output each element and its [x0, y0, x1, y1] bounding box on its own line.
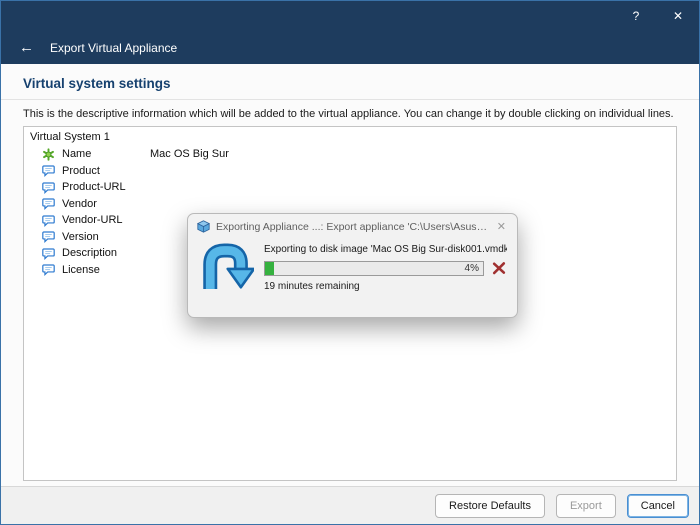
progress-message: Exporting to disk image 'Mac OS Big Sur-… — [264, 244, 507, 255]
progress-bar-row: 4% — [264, 260, 507, 276]
table-row[interactable]: Name Mac OS Big Sur — [24, 146, 676, 163]
progress-dialog: Exporting Appliance ...: Export applianc… — [187, 213, 518, 318]
progress-dialog-titlebar: Exporting Appliance ...: Export applianc… — [188, 214, 517, 239]
cancel-export-icon[interactable] — [491, 260, 507, 276]
row-label: Description — [62, 247, 150, 259]
row-label: License — [62, 264, 150, 276]
comment-icon — [42, 263, 56, 276]
footer-bar: Restore Defaults Export Cancel — [1, 486, 699, 524]
comment-icon — [42, 181, 56, 194]
progress-dialog-right: Exporting to disk image 'Mac OS Big Sur-… — [254, 239, 507, 296]
help-button[interactable]: ? — [615, 1, 657, 31]
row-label: Vendor-URL — [62, 214, 150, 226]
comment-icon — [42, 164, 56, 177]
time-remaining-text: 19 minutes remaining — [264, 281, 507, 292]
progress-dialog-body: Exporting to disk image 'Mac OS Big Sur-… — [188, 239, 517, 296]
progress-bar: 4% — [264, 261, 484, 276]
row-label: Version — [62, 231, 150, 243]
name-icon — [42, 148, 56, 161]
table-row[interactable]: Product — [24, 163, 676, 180]
progress-dialog-close-icon[interactable]: ✕ — [495, 220, 508, 233]
progress-dialog-title: Exporting Appliance ...: Export applianc… — [216, 221, 489, 233]
row-label: Vendor — [62, 198, 150, 210]
comment-icon — [42, 247, 56, 260]
table-row[interactable]: Product-URL — [24, 179, 676, 196]
export-appliance-window: ? ✕ ← Export Virtual Appliance Virtual s… — [0, 0, 700, 525]
page-title: Export Virtual Appliance — [50, 41, 177, 55]
section-heading: Virtual system settings — [23, 76, 171, 91]
comment-icon — [42, 214, 56, 227]
row-label: Product-URL — [62, 181, 150, 193]
comment-icon — [42, 197, 56, 210]
row-label: Product — [62, 165, 150, 177]
export-arrow-icon — [198, 240, 254, 296]
header: ← Export Virtual Appliance — [1, 31, 699, 64]
titlebar: ? ✕ — [1, 1, 699, 31]
progress-percent: 4% — [465, 263, 479, 274]
progress-fill — [265, 262, 274, 275]
heading-divider — [1, 99, 699, 100]
export-button[interactable]: Export — [556, 494, 616, 518]
restore-defaults-button[interactable]: Restore Defaults — [435, 494, 545, 518]
description-text: This is the descriptive information whic… — [23, 108, 677, 120]
tree-root-label[interactable]: Virtual System 1 — [24, 127, 676, 146]
back-arrow-icon[interactable]: ← — [19, 40, 34, 55]
table-row[interactable]: Vendor — [24, 196, 676, 213]
row-value: Mac OS Big Sur — [150, 148, 676, 160]
virtualbox-cube-icon — [197, 220, 210, 233]
close-button[interactable]: ✕ — [657, 1, 699, 31]
row-label: Name — [62, 148, 150, 160]
comment-icon — [42, 230, 56, 243]
cancel-button[interactable]: Cancel — [627, 494, 689, 518]
